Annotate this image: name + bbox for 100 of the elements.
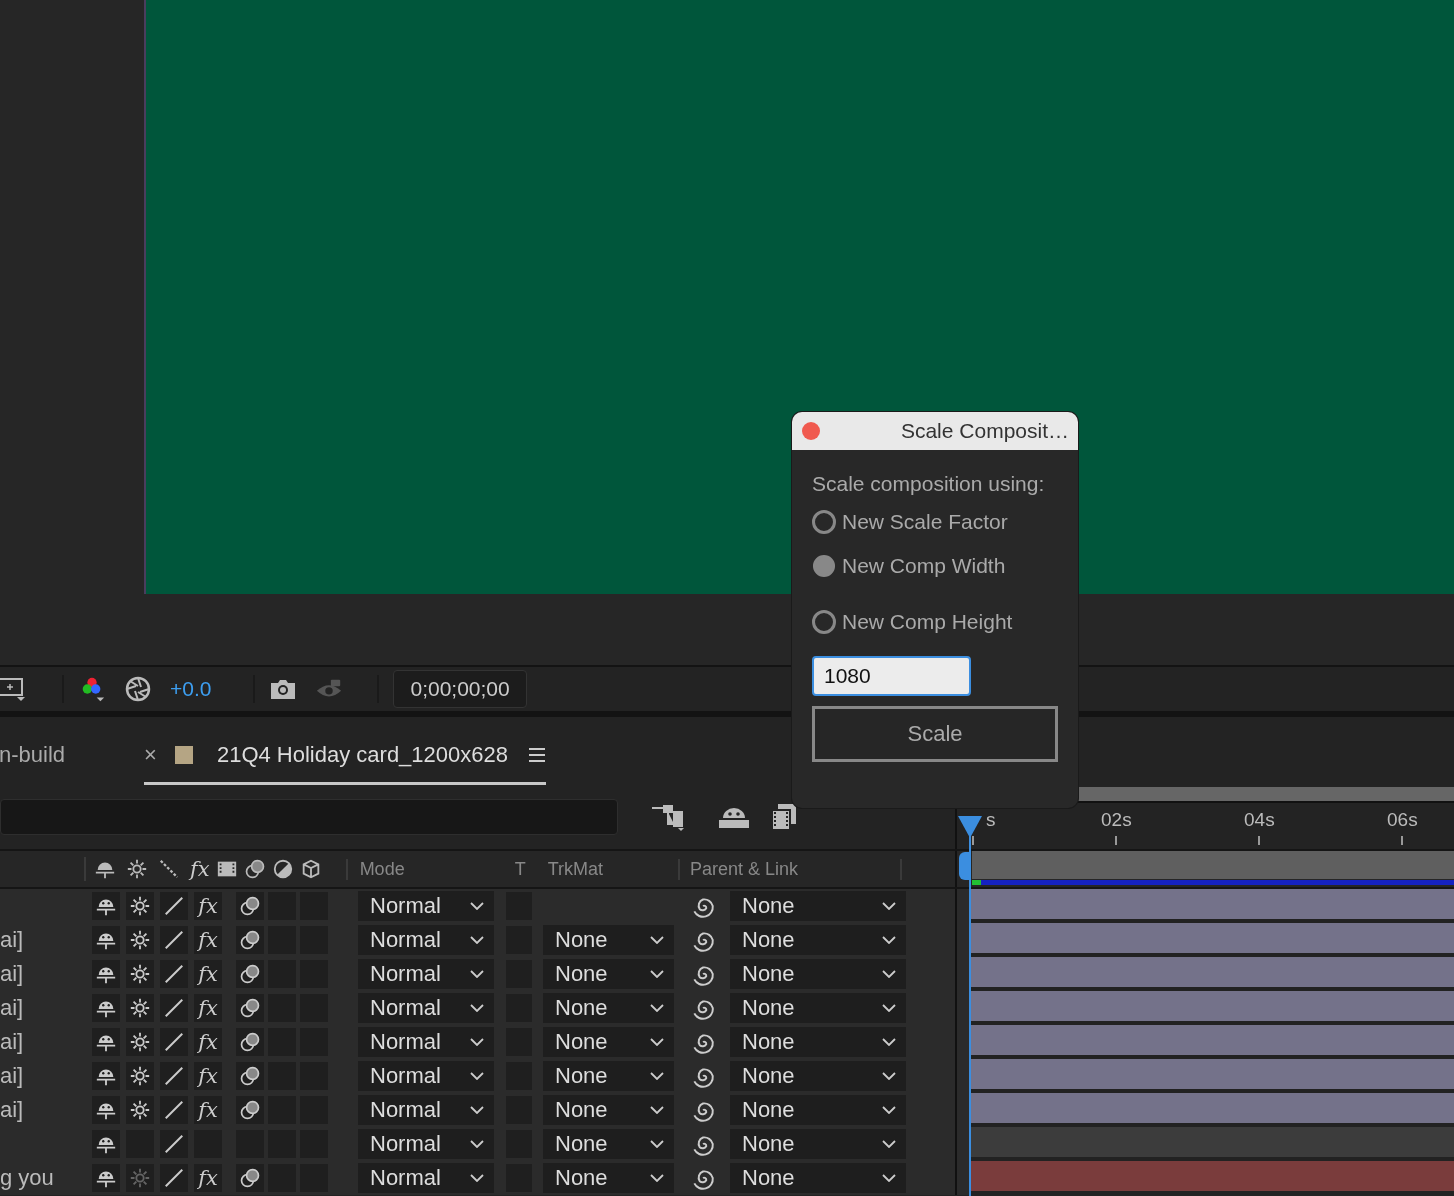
chevron-icon xyxy=(882,936,896,944)
region-icon[interactable] xyxy=(0,675,28,703)
timecode-field[interactable]: 0;00;00;00 xyxy=(393,670,527,708)
parent-dropdown[interactable]: None xyxy=(730,993,906,1023)
chevron-icon xyxy=(470,1072,484,1080)
aperture-icon[interactable] xyxy=(124,675,152,703)
track-matte-dropdown[interactable]: None xyxy=(543,1129,674,1159)
close-button[interactable] xyxy=(802,422,820,440)
mode-dropdown[interactable]: Normal xyxy=(358,1095,494,1125)
layer-bar[interactable] xyxy=(971,957,1454,991)
time-label: s xyxy=(986,809,996,831)
chevron-icon xyxy=(882,1004,896,1012)
playhead[interactable] xyxy=(958,816,982,1196)
effects-switch[interactable]: fx xyxy=(194,926,222,954)
layer-name[interactable]: g you xyxy=(0,1165,54,1191)
mode-dropdown[interactable]: Normal xyxy=(358,891,494,921)
parent-dropdown[interactable]: None xyxy=(730,1129,906,1159)
effects-switch[interactable]: fx xyxy=(194,1164,222,1192)
effects-switch[interactable]: fx xyxy=(194,1096,222,1124)
mode-dropdown[interactable]: Normal xyxy=(358,1129,494,1159)
mode-dropdown[interactable]: Normal xyxy=(358,993,494,1023)
chevron-icon xyxy=(650,936,664,944)
layer-name[interactable]: ai] xyxy=(0,927,24,953)
track-matte-dropdown[interactable]: None xyxy=(543,1095,674,1125)
chevron-icon xyxy=(470,1140,484,1148)
render-marker xyxy=(972,880,981,885)
layer-bar[interactable] xyxy=(971,889,1454,923)
mode-dropdown[interactable]: Normal xyxy=(358,1061,494,1091)
effects-switch[interactable]: fx xyxy=(194,1062,222,1090)
track-matte-dropdown[interactable]: None xyxy=(543,925,674,955)
chevron-icon xyxy=(650,1072,664,1080)
parent-dropdown[interactable]: None xyxy=(730,1061,906,1091)
dotted-slash-icon xyxy=(158,858,180,880)
layer-name[interactable]: ai] xyxy=(0,1029,24,1055)
radio-button[interactable] xyxy=(812,610,836,634)
time-label: 06s xyxy=(1387,809,1418,831)
chevron-icon xyxy=(882,1106,896,1114)
parent-dropdown[interactable]: None xyxy=(730,1163,906,1193)
chevron-icon xyxy=(882,902,896,910)
column-header[interactable]: TrkMat xyxy=(547,858,603,880)
track-matte-dropdown[interactable]: None xyxy=(543,959,674,989)
effects-label: fx xyxy=(190,858,210,880)
parent-dropdown[interactable]: None xyxy=(730,959,906,989)
track-matte-dropdown[interactable]: None xyxy=(543,993,674,1023)
chevron-icon xyxy=(882,1072,896,1080)
value-input[interactable]: 1080 xyxy=(812,656,971,696)
chevron-icon xyxy=(882,1174,896,1182)
effects-switch[interactable]: fx xyxy=(194,994,222,1022)
column-header[interactable]: T xyxy=(514,858,526,880)
chevron-icon xyxy=(650,1140,664,1148)
mode-dropdown[interactable]: Normal xyxy=(358,1163,494,1193)
layer-name[interactable]: ai] xyxy=(0,961,24,987)
parent-dropdown[interactable]: None xyxy=(730,1095,906,1125)
effects-switch[interactable]: fx xyxy=(194,1028,222,1056)
track-matte-dropdown[interactable]: None xyxy=(543,1163,674,1193)
parent-dropdown[interactable]: None xyxy=(730,1027,906,1057)
layer-bar[interactable] xyxy=(971,1093,1454,1127)
radio-button[interactable] xyxy=(812,554,836,578)
radio-button[interactable] xyxy=(812,510,836,534)
parent-dropdown[interactable]: None xyxy=(730,891,906,921)
column-header[interactable]: Parent & Link xyxy=(678,858,902,880)
sun-icon xyxy=(126,858,148,880)
track-matte-dropdown[interactable]: None xyxy=(543,1061,674,1091)
composition-tab[interactable]: × 21Q4 Holiday card_1200x628 xyxy=(144,733,546,785)
layer-name[interactable]: ai] xyxy=(0,1063,24,1089)
in-point-handle[interactable] xyxy=(959,852,970,880)
effects-switch[interactable]: fx xyxy=(194,960,222,988)
mode-dropdown[interactable]: Normal xyxy=(358,959,494,989)
composition-tab[interactable]: n-build xyxy=(0,733,66,785)
chevron-icon xyxy=(470,1174,484,1182)
parent-dropdown[interactable]: None xyxy=(730,925,906,955)
layer-bar[interactable] xyxy=(971,923,1454,957)
chevron-icon xyxy=(470,970,484,978)
mode-dropdown[interactable]: Normal xyxy=(358,925,494,955)
effects-switch[interactable]: fx xyxy=(194,892,222,920)
chevron-icon xyxy=(470,902,484,910)
layer-bar[interactable] xyxy=(971,1059,1454,1093)
menu-icon[interactable] xyxy=(528,746,546,763)
dialog-prompt: Scale composition using: xyxy=(812,472,1046,496)
chevron-icon xyxy=(470,1106,484,1114)
layer-name[interactable]: ai] xyxy=(0,995,24,1021)
time-ruler[interactable]: s 02s 04s 06s xyxy=(955,785,1454,849)
exposure-value[interactable]: +0.0 xyxy=(170,677,212,701)
layer-name[interactable]: ai] xyxy=(0,1097,24,1123)
track-matte-dropdown[interactable]: None xyxy=(543,1027,674,1057)
mode-dropdown[interactable]: Normal xyxy=(358,1027,494,1057)
close-icon[interactable]: × xyxy=(144,741,157,768)
dialog-title: Scale Composit… xyxy=(900,419,1069,443)
chevron-icon xyxy=(650,1106,664,1114)
scale-button[interactable]: Scale xyxy=(812,706,1058,762)
chevron-icon xyxy=(470,1004,484,1012)
layer-bar[interactable] xyxy=(971,991,1454,1025)
time-label: 04s xyxy=(1244,809,1275,831)
column-header[interactable]: Mode xyxy=(345,858,405,880)
layer-bar[interactable] xyxy=(971,1025,1454,1059)
chevron-icon xyxy=(882,970,896,978)
chevron-icon xyxy=(882,1038,896,1046)
half-circle-icon xyxy=(271,858,294,880)
flowchart-icon[interactable] xyxy=(650,802,686,832)
chevron-icon xyxy=(650,970,664,978)
